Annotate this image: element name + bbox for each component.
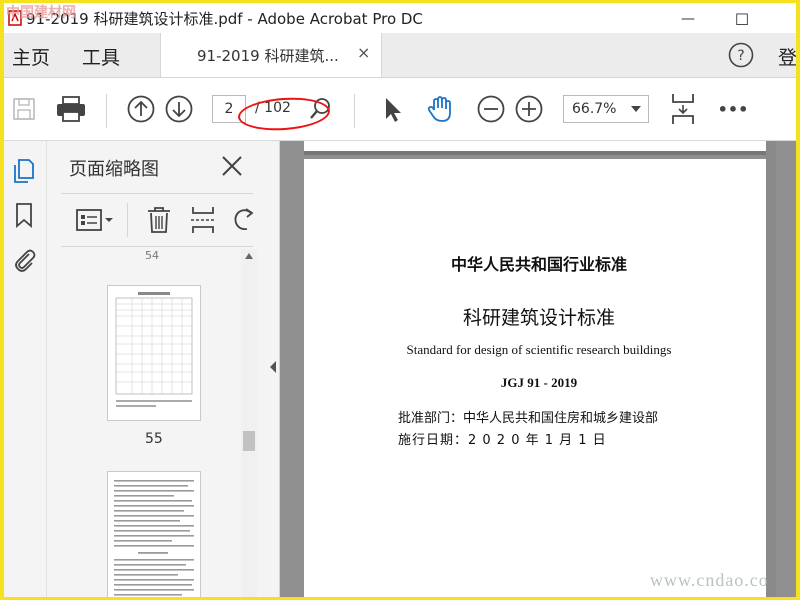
red-annotation-oval	[236, 94, 332, 134]
scrollbar-thumb[interactable]	[243, 431, 255, 451]
menu-home[interactable]: 主页	[12, 43, 50, 70]
tab-bar: 主页 工具 91-2019 科研建筑... × ? 登	[4, 33, 796, 78]
panel-tool-separator	[127, 203, 128, 237]
thumbnail-text-graphic	[114, 480, 194, 596]
document-tab-label: 91-2019 科研建筑...	[197, 47, 339, 65]
toolbar-separator	[106, 94, 107, 128]
help-glyph: ?	[737, 48, 744, 64]
collapse-panel-icon[interactable]	[266, 355, 280, 379]
document-tab[interactable]: 91-2019 科研建筑... ×	[160, 33, 382, 77]
thumbnail-table-graphic	[115, 292, 193, 407]
page-thumbnail[interactable]	[107, 285, 201, 421]
scroll-up-icon[interactable]	[245, 253, 253, 259]
minimize-icon: —	[681, 11, 695, 27]
previous-page-icon[interactable]	[126, 94, 156, 124]
chevron-down-icon	[631, 106, 641, 112]
tab-close-icon[interactable]: ×	[357, 43, 370, 62]
watermark-top-left: 中国建材网	[6, 5, 76, 21]
print-icon[interactable]	[54, 94, 88, 124]
options-menu-icon[interactable]	[75, 207, 115, 233]
watermark-bottom-right: www.cndao.co	[650, 570, 769, 590]
zoom-select[interactable]: 66.7%	[563, 95, 649, 123]
page-thumbnails-icon[interactable]	[10, 157, 38, 185]
thumbnail-label: 54	[145, 249, 159, 262]
main-toolbar: 2 / 102 66.7% •••	[4, 78, 796, 141]
zoom-in-icon[interactable]	[514, 94, 544, 124]
page-thumbnail[interactable]	[107, 471, 201, 597]
acrobat-window: 91-2019 科研建筑设计标准.pdf - Adobe Acrobat Pro…	[4, 3, 796, 597]
title-bar: 91-2019 科研建筑设计标准.pdf - Adobe Acrobat Pro…	[4, 3, 796, 33]
left-nav-rail	[4, 141, 47, 597]
minimize-button[interactable]: —	[666, 6, 710, 32]
doc-title-english: Standard for design of scientific resear…	[406, 342, 672, 357]
menu-tools[interactable]: 工具	[82, 43, 120, 70]
select-cursor-icon[interactable]	[380, 94, 404, 124]
doc-code: JGJ 91 - 2019	[500, 375, 578, 390]
document-scrollbar[interactable]	[766, 141, 776, 597]
doc-approval-dept: 批准部门：中华人民共和国住房和城乡建设部	[398, 411, 659, 426]
doc-title: 科研建筑设计标准	[462, 307, 615, 329]
thumbnails-list: 54 55	[47, 249, 257, 597]
next-page-icon[interactable]	[164, 94, 194, 124]
delete-icon[interactable]	[145, 205, 173, 235]
thumbnails-panel: 页面缩略图 54 55	[47, 141, 280, 597]
save-icon[interactable]	[10, 94, 38, 124]
window-title: 91-2019 科研建筑设计标准.pdf - Adobe Acrobat Pro…	[26, 10, 423, 28]
maximize-icon: ☐	[734, 9, 750, 29]
panel-toolbar	[61, 197, 261, 243]
attachment-icon[interactable]	[10, 245, 38, 273]
doc-effective-date: 施行日期：2 0 2 0 年 1 月 1 日	[398, 433, 607, 448]
document-view: 中华人民共和国行业标准 科研建筑设计标准 Standard for design…	[280, 141, 796, 597]
help-icon[interactable]: ?	[728, 42, 754, 68]
insert-page-icon[interactable]	[189, 205, 217, 235]
close-icon[interactable]	[219, 153, 245, 179]
more-tools-icon[interactable]: •••	[718, 94, 749, 124]
zoom-value: 66.7%	[572, 101, 617, 117]
panel-divider	[61, 193, 253, 194]
doc-heading: 中华人民共和国行业标准	[450, 255, 627, 274]
previous-page-edge	[304, 141, 774, 155]
zoom-out-icon[interactable]	[476, 94, 506, 124]
thumbnail-page-number: 55	[145, 431, 163, 447]
rotate-icon[interactable]	[231, 205, 257, 235]
panel-title: 页面缩略图	[69, 159, 159, 180]
fit-page-icon[interactable]	[668, 91, 698, 127]
panel-divider	[61, 246, 253, 247]
login-button[interactable]: 登	[778, 43, 796, 70]
thumbnails-scrollbar[interactable]	[241, 249, 257, 597]
hand-tool-icon[interactable]	[424, 94, 458, 124]
maximize-button[interactable]: ☐	[720, 6, 764, 32]
bookmark-icon[interactable]	[10, 201, 38, 229]
pdf-page: 中华人民共和国行业标准 科研建筑设计标准 Standard for design…	[304, 159, 774, 597]
toolbar-separator	[354, 94, 355, 128]
